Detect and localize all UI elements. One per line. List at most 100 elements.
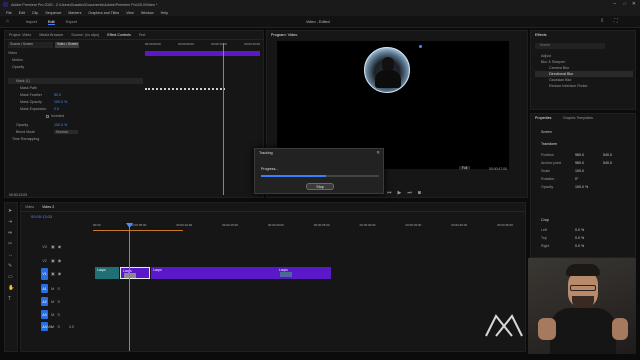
ec-clip-bar[interactable] [145, 51, 260, 56]
minimize-button[interactable]: – [613, 1, 616, 7]
workspace-tab-edit[interactable]: Edit [48, 20, 55, 25]
menu-view[interactable]: View [126, 11, 134, 15]
close-button[interactable]: ✕ [632, 1, 636, 7]
ec-playhead[interactable] [223, 43, 224, 195]
fx-row-value[interactable]: 0.0 [54, 107, 59, 111]
timeline-ruler[interactable]: 00:00 00:00:05:00 00:00:10:00 00:00:15:0… [93, 223, 513, 229]
fx-row-motion[interactable]: Motion [8, 57, 23, 63]
menu-sequence[interactable]: Sequence [45, 11, 61, 15]
tab-graphic-templates[interactable]: Graphic Templates [563, 116, 593, 120]
target-selector[interactable]: Video • Screen [55, 42, 79, 48]
lock-icon[interactable]: ▣ [51, 258, 55, 263]
menu-markers[interactable]: Markers [68, 11, 81, 15]
field-crop-left[interactable]: Left 0.0 % [541, 226, 631, 234]
eye-icon[interactable]: ◉ [58, 244, 62, 249]
timeline-playhead[interactable] [129, 223, 130, 351]
timeline-timecode[interactable]: 00:00:13:03 [31, 214, 52, 219]
tab-text[interactable]: Text [139, 33, 146, 37]
solo-icon[interactable]: S [57, 299, 60, 304]
solo-icon[interactable]: S [57, 286, 60, 291]
masked-subject[interactable] [364, 47, 410, 93]
slip-tool-icon[interactable]: ↔ [8, 253, 14, 258]
mask-handle[interactable] [419, 45, 422, 48]
fx-row-opacity[interactable]: Opacity [8, 64, 24, 70]
fit-dropdown[interactable]: Full [459, 166, 471, 170]
timeline-tab-video[interactable]: Video [25, 205, 34, 209]
field-crop-right[interactable]: Right 0.0 % [541, 242, 631, 250]
hand-tool-icon[interactable]: ✋ [8, 286, 14, 291]
fx-row-value[interactable]: 50.0 [54, 93, 61, 97]
razor-tool-icon[interactable]: ✂ [8, 242, 14, 247]
ec-ruler[interactable]: 00:00:00:00 00:00:05:00 00:00:10:00 00:0… [145, 42, 260, 48]
track-label[interactable]: V1 [41, 268, 48, 280]
track-label[interactable]: A3 [41, 310, 48, 319]
selection-tool-icon[interactable]: ➤ [8, 209, 14, 214]
dialog-close-icon[interactable]: ✕ [376, 150, 380, 156]
field-value[interactable]: 100.0 % [575, 185, 588, 189]
menu-file[interactable]: File [6, 11, 12, 15]
field-value[interactable]: 540.0 [603, 153, 612, 157]
mute-icon[interactable]: M [51, 312, 54, 317]
step-back-icon[interactable]: ⏮ [387, 191, 392, 196]
menu-graphics[interactable]: Graphics and Titles [88, 11, 119, 15]
fx-row-time-remapping[interactable]: Time Remapping [8, 136, 39, 142]
eye-icon[interactable]: ◉ [58, 272, 62, 276]
section-crop[interactable]: Crop [541, 218, 549, 222]
field-rotation[interactable]: Rotation 0° [541, 175, 631, 183]
field-value[interactable]: 0.0 % [575, 244, 584, 248]
clip-selector[interactable]: Source • Screen [8, 42, 53, 48]
field-scale[interactable]: Scale 100.0 [541, 167, 631, 175]
fx-row-mask-path[interactable]: Mask Path [8, 85, 37, 91]
mute-icon[interactable]: M [51, 286, 54, 291]
track-select-icon[interactable]: ⇥ [8, 220, 14, 225]
track-label[interactable]: A1 [41, 284, 48, 293]
maximize-button[interactable]: □ [624, 1, 626, 6]
rectangle-tool-icon[interactable]: ▭ [8, 275, 14, 280]
fx-row-mask-expansion[interactable]: Mask Expansion 0.0 [8, 106, 59, 112]
tab-project[interactable]: Project: Video [9, 33, 31, 37]
field-value[interactable]: 540.0 [603, 161, 612, 165]
field-value[interactable]: 960.0 [575, 153, 603, 157]
blend-mode-dropdown[interactable]: Normal [54, 130, 78, 134]
track-label[interactable]: A2 [41, 297, 48, 306]
fx-row-inverted[interactable]: Inverted [8, 113, 64, 119]
work-area-bar[interactable] [93, 230, 183, 231]
menu-edit[interactable]: Edit [19, 11, 25, 15]
play-icon[interactable]: ▶ [398, 191, 402, 196]
solo-icon[interactable]: S [57, 312, 60, 317]
checkbox-icon[interactable] [46, 114, 49, 118]
menu-clip[interactable]: Clip [32, 11, 38, 15]
workspace-tab-export[interactable]: Export [66, 20, 77, 24]
field-value[interactable]: 100.0 [575, 169, 584, 173]
field-anchor[interactable]: Anchor point 960.0 540.0 [541, 159, 631, 167]
pen-tool-icon[interactable]: ✎ [8, 264, 14, 269]
effects-search-input[interactable]: Search [535, 43, 605, 49]
clip-v1-purple-2[interactable]: Loops [277, 267, 331, 279]
menu-window[interactable]: Window [141, 11, 154, 15]
fx-row-opacity-value[interactable]: Opacity 100.0 % [8, 122, 67, 128]
stop-button[interactable]: Stop [306, 183, 334, 190]
home-icon[interactable]: ⌂ [6, 19, 9, 24]
share-icon[interactable]: ⇪ [600, 19, 604, 24]
menu-help[interactable]: Help [161, 11, 168, 15]
clip-v1-purple[interactable]: Loops [151, 267, 277, 279]
fx-row-value[interactable]: 100.0 % [54, 123, 67, 127]
tab-effect-controls[interactable]: Effect Controls [107, 33, 131, 37]
clip-v1-selected[interactable]: Loops [120, 267, 150, 279]
solo-icon[interactable]: S [57, 324, 60, 329]
ripple-edit-icon[interactable]: ⇹ [8, 231, 14, 236]
clip-v1-teal[interactable]: Loops [95, 267, 119, 279]
tab-source[interactable]: Source: (no clips) [71, 33, 99, 37]
field-opacity[interactable]: Opacity 100.0 % [541, 183, 631, 191]
track-label[interactable]: V3 [41, 242, 48, 251]
eye-icon[interactable]: ◉ [58, 258, 62, 263]
fx-row-blend-mode[interactable]: Blend Mode Normal [8, 129, 78, 135]
fx-row-mask-opacity[interactable]: Mask Opacity 100.0 % [8, 99, 67, 105]
type-tool-icon[interactable]: T [8, 297, 14, 302]
track-label[interactable]: V2 [41, 256, 48, 265]
effect-reduce-flicker[interactable]: Reduce Interlace Flicker [535, 83, 633, 89]
mix-value[interactable]: 0.0 [69, 325, 74, 329]
timeline-tab-video-2[interactable]: Video 2 [42, 205, 54, 209]
workspace-tab-import[interactable]: Import [26, 20, 37, 24]
ec-keyframe-track[interactable] [145, 88, 225, 90]
